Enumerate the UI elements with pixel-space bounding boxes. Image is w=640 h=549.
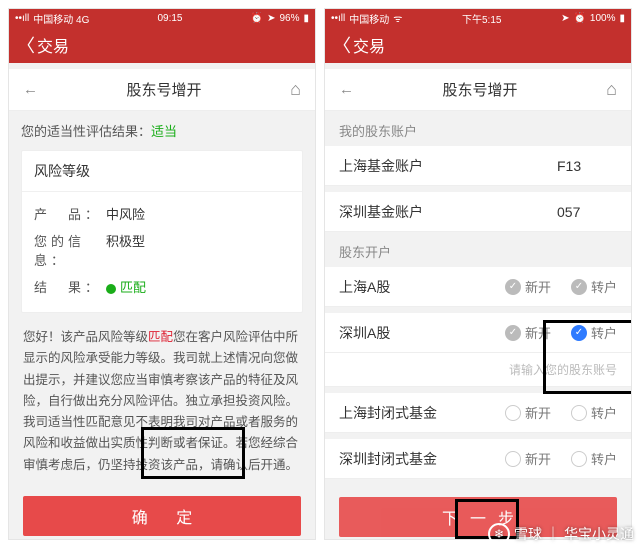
battery-icon: ▮ (619, 13, 625, 24)
check-icon: ✓ (571, 279, 587, 295)
page-header: ← 股东号增开 ⌂ (9, 69, 315, 111)
nav-title[interactable]: 交易 (37, 33, 69, 57)
alarm-icon: ⏰ (251, 13, 263, 24)
confirm-button[interactable]: 确 定 (23, 496, 301, 536)
eval-result: 您的适当性评估结果：适当 (9, 111, 315, 150)
eval-prefix: 您的适当性评估结果： (21, 124, 151, 139)
battery-label: 100% (590, 13, 616, 24)
open-row-sha: 上海A股 ✓新开 ✓转户 (325, 267, 631, 307)
carrier-label: 中国移动 4G (33, 11, 89, 26)
page-header: ← 股东号增开 ⌂ (325, 69, 631, 111)
location-icon: ➤ (267, 13, 275, 24)
open-row-sz-fund: 深圳封闭式基金 新开 转户 (325, 439, 631, 479)
open-row-sza: 深圳A股 ✓新开 ✓转户 (325, 313, 631, 353)
opt-sha-new[interactable]: ✓新开 (505, 277, 551, 296)
phone-right: ••ıll 中国移动 ᯤ 下午5:15 ➤ ⏰ 100%▮ 〈 交易 ← 股东号增开 ⌂… (324, 8, 632, 540)
eval-value: 适当 (151, 124, 177, 139)
alarm-icon: ⏰ (573, 13, 585, 24)
back-icon[interactable]: 〈 (333, 32, 351, 58)
account-input[interactable]: 请输入您的股东账号 (325, 353, 631, 387)
battery-label: 96% (279, 13, 299, 24)
match-dot-icon (106, 284, 116, 294)
section-accounts-label: 我的股东账户 (325, 111, 631, 146)
status-bar: ••ıll 中国移动 4G 09:15 ⏰ ➤ 96% ▮ (9, 9, 315, 27)
check-icon: ✓ (571, 325, 587, 341)
home-icon[interactable]: ⌂ (606, 79, 617, 100)
opt-shf-new[interactable]: 新开 (505, 403, 551, 422)
status-bar: ••ıll 中国移动 ᯤ 下午5:15 ➤ ⏰ 100%▮ (325, 9, 631, 27)
kv-result: 结 果：匹配 (34, 273, 290, 300)
signal-icon: ••ıll (331, 13, 345, 24)
account-row-sh[interactable]: 上海基金账户F13 (325, 146, 631, 186)
check-icon: ✓ (505, 279, 521, 295)
disclosure-text: 您好！该产品风险等级匹配您在客户风险评估中所显示的风险承受能力等级。我司就上述情… (9, 313, 315, 486)
location-icon: ➤ (561, 13, 569, 24)
clock-label: 下午5:15 (462, 11, 501, 26)
opt-szf-transfer[interactable]: 转户 (571, 449, 617, 468)
opt-shf-transfer[interactable]: 转户 (571, 403, 617, 422)
carrier-label: 中国移动 (349, 11, 389, 26)
opt-szf-new[interactable]: 新开 (505, 449, 551, 468)
clock-label: 09:15 (157, 13, 182, 24)
check-icon: ✓ (505, 325, 521, 341)
opt-sza-transfer[interactable]: ✓转户 (571, 323, 617, 342)
home-icon[interactable]: ⌂ (290, 79, 301, 100)
kv-info: 您的信息：积极型 (34, 227, 290, 273)
section-open-label: 股东开户 (325, 232, 631, 267)
risk-card: 风险等级 产 品：中风险 您的信息：积极型 结 果：匹配 (21, 150, 303, 313)
xueqiu-icon: ❄ (488, 523, 510, 545)
open-row-sh-fund: 上海封闭式基金 新开 转户 (325, 393, 631, 433)
nav-bar: 〈 交易 (325, 27, 631, 63)
card-header: 风险等级 (22, 151, 302, 192)
opt-sha-transfer[interactable]: ✓转户 (571, 277, 617, 296)
back-icon[interactable]: 〈 (17, 32, 35, 58)
signal-icon: ••ıll (15, 13, 29, 24)
wifi-icon: ᯤ (393, 11, 402, 25)
page-title: 股东号增开 (354, 79, 606, 100)
check-icon (571, 405, 587, 421)
watermark: ❄ 雪球｜华宝小灵通 (488, 523, 634, 545)
kv-product: 产 品：中风险 (34, 200, 290, 227)
battery-icon: ▮ (303, 13, 309, 24)
header-back-icon[interactable]: ← (23, 81, 38, 98)
nav-title[interactable]: 交易 (353, 33, 385, 57)
check-icon (571, 451, 587, 467)
nav-bar: 〈 交易 (9, 27, 315, 63)
page-title: 股东号增开 (38, 79, 290, 100)
opt-sza-new[interactable]: ✓新开 (505, 323, 551, 342)
check-icon (505, 405, 521, 421)
account-row-sz[interactable]: 深圳基金账户057 (325, 192, 631, 232)
header-back-icon[interactable]: ← (339, 81, 354, 98)
check-icon (505, 451, 521, 467)
phone-left: ••ıll 中国移动 4G 09:15 ⏰ ➤ 96% ▮ 〈 交易 ← 股东号增开 ⌂… (8, 8, 316, 540)
